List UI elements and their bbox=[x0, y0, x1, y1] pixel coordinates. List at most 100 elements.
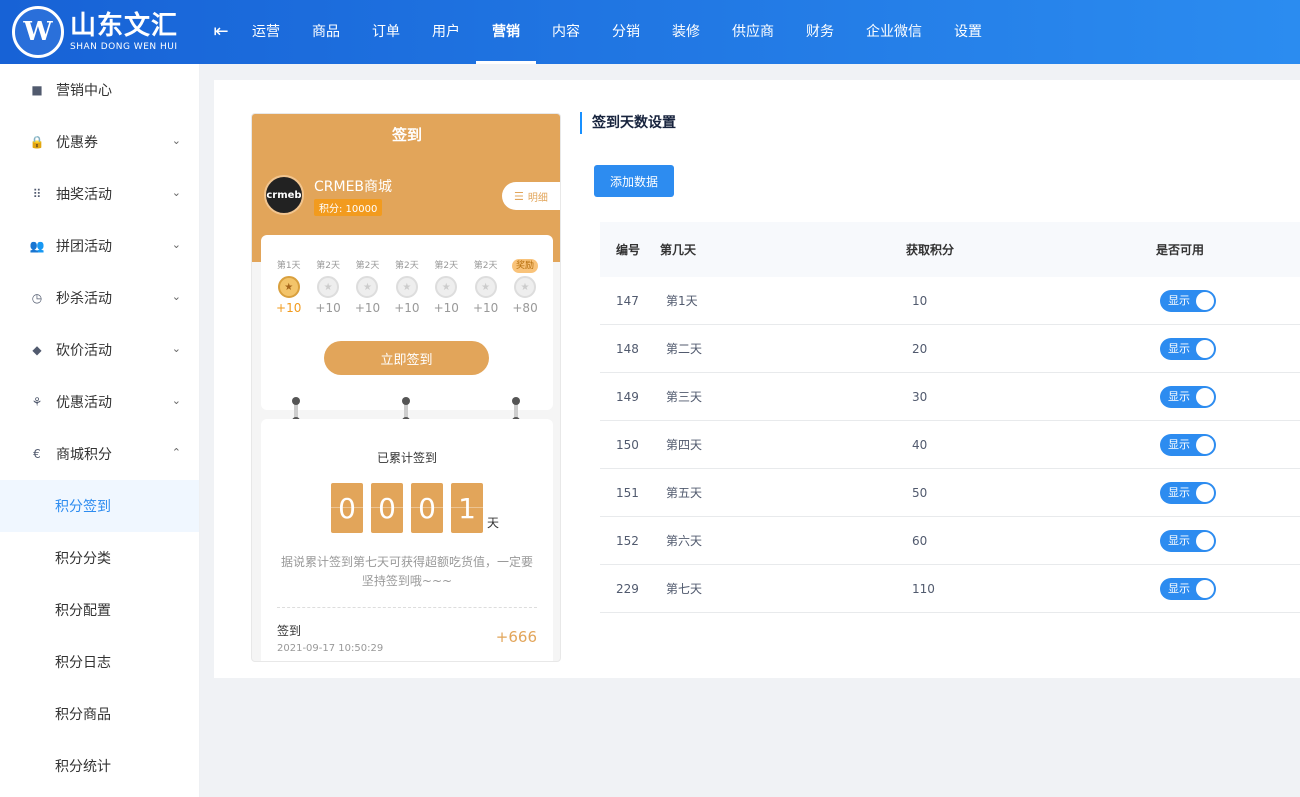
points-badge: 积分: 10000 bbox=[314, 199, 383, 216]
clock-icon: ◷ bbox=[31, 291, 43, 305]
chevron-icon: ⌄ bbox=[171, 394, 181, 407]
digit: 1 bbox=[451, 483, 483, 533]
header-day: 第几天 bbox=[660, 243, 697, 257]
nav-item[interactable]: 内容 bbox=[536, 0, 596, 64]
nav-item[interactable]: 装修 bbox=[656, 0, 716, 64]
chevron-icon: ⌄ bbox=[171, 290, 181, 303]
chevron-icon: ⌄ bbox=[171, 342, 181, 355]
toggle-label: 显示 bbox=[1168, 437, 1190, 451]
cell-id: 147 bbox=[616, 293, 639, 308]
day-label: 奖励 bbox=[512, 259, 539, 273]
day-points: +10 bbox=[354, 301, 381, 315]
cell-points: 30 bbox=[912, 389, 928, 404]
sidebar-item[interactable]: ◆ 砍价活动 ⌄ bbox=[0, 324, 199, 376]
sidebar-item-label: 优惠活动 bbox=[56, 395, 112, 411]
day-label-wrap: 第2天 bbox=[348, 257, 387, 271]
sidebar-subitem[interactable]: 积分日志 bbox=[0, 636, 199, 688]
cell-id: 151 bbox=[616, 485, 639, 500]
star-medal-icon: ★ bbox=[395, 276, 418, 298]
toggle-label: 显示 bbox=[1168, 389, 1190, 403]
cell-usable: 显示 bbox=[1156, 385, 1300, 408]
status-toggle[interactable]: 显示 bbox=[1160, 433, 1216, 456]
nav-item[interactable]: 订单 bbox=[356, 0, 416, 64]
status-toggle[interactable]: 显示 bbox=[1160, 385, 1216, 408]
digit: 0 bbox=[331, 483, 363, 533]
header-id: 编号 bbox=[616, 243, 641, 257]
day-list: 第1天 ★ +10 第2天 ★ +10 第2天 ★ +10 第2天 ★ +10 第2天 ★ +10 第2天 ★ +… bbox=[269, 257, 545, 315]
day-points: +10 bbox=[315, 301, 341, 315]
toggle-knob bbox=[1196, 339, 1214, 358]
nav-item[interactable]: 供应商 bbox=[716, 0, 790, 64]
cell-id: 149 bbox=[616, 389, 639, 404]
day-points: +10 bbox=[433, 301, 459, 315]
grid-icon: ⠿ bbox=[32, 187, 42, 201]
day-item: 第2天 ★ +10 bbox=[308, 257, 347, 315]
cell-id: 150 bbox=[616, 437, 639, 452]
sidebar-item[interactable]: 🔒 优惠券 ⌄ bbox=[0, 116, 199, 168]
sidebar-item-label: 拼团活动 bbox=[56, 239, 112, 255]
tag-icon: ◆ bbox=[32, 343, 42, 357]
status-toggle[interactable]: 显示 bbox=[1160, 577, 1216, 600]
toggle-label: 显示 bbox=[1168, 341, 1190, 355]
day-points: +80 bbox=[512, 301, 538, 315]
nav-item[interactable]: 分销 bbox=[596, 0, 656, 64]
nav-item[interactable]: 财务 bbox=[790, 0, 850, 64]
toggle-knob bbox=[1196, 483, 1214, 502]
star-medal-icon: ★ bbox=[474, 276, 497, 298]
day-label: 第2天 bbox=[355, 261, 380, 271]
sidebar-subitem[interactable]: 积分分类 bbox=[0, 532, 199, 584]
status-toggle[interactable]: 显示 bbox=[1160, 289, 1216, 312]
sidebar-item[interactable]: ⠿ 抽奖活动 ⌄ bbox=[0, 168, 199, 220]
cell-points: 50 bbox=[912, 485, 928, 500]
record-title: 签到 bbox=[277, 624, 302, 638]
table-row: 229 第七天 110 显示 bbox=[600, 565, 1300, 613]
cell-points: 40 bbox=[912, 437, 928, 452]
cell-points: 60 bbox=[912, 533, 928, 548]
total-card: 已累计签到 0 0 0 1 天 据说累计签到第七天可获得超额吃货值，一定要坚持签… bbox=[261, 419, 553, 661]
cell-day: 第三天 bbox=[666, 390, 703, 404]
star-medal-icon: ★ bbox=[356, 276, 379, 298]
menu-collapse-icon[interactable]: ⇤ bbox=[212, 21, 230, 42]
shop-name: CRMEB商城 bbox=[314, 179, 393, 195]
nav-item[interactable]: 营销 bbox=[476, 0, 536, 64]
sidebar-subitem[interactable]: 积分签到 bbox=[0, 480, 199, 532]
detail-button[interactable]: ☰ 明细 bbox=[502, 182, 560, 210]
record-time: 2021-09-17 10:50:29 bbox=[277, 643, 384, 654]
status-toggle[interactable]: 显示 bbox=[1160, 529, 1216, 552]
nav-item[interactable]: 运营 bbox=[236, 0, 296, 64]
cell-usable: 显示 bbox=[1156, 433, 1300, 456]
list-icon: ☰ bbox=[514, 189, 524, 203]
day-label: 第2天 bbox=[395, 261, 419, 271]
sidebar-item[interactable]: ⚘ 优惠活动 ⌄ bbox=[0, 376, 199, 428]
lock-icon: 🔒 bbox=[29, 135, 45, 149]
add-data-button[interactable]: 添加数据 bbox=[594, 165, 674, 197]
nav-item[interactable]: 企业微信 bbox=[850, 0, 938, 64]
cell-day: 第七天 bbox=[666, 582, 703, 596]
status-toggle[interactable]: 显示 bbox=[1160, 481, 1216, 504]
digit-counter: 0 0 0 1 天 bbox=[331, 483, 499, 533]
sidebar-subitem[interactable]: 积分统计 bbox=[0, 740, 199, 792]
sidebar-subitem[interactable]: 积分配置 bbox=[0, 584, 199, 636]
sidebar-item[interactable]: € 商城积分 ⌃ bbox=[0, 428, 199, 480]
sign-card: 第1天 ★ +10 第2天 ★ +10 第2天 ★ +10 第2天 ★ +10 第2天 ★ +10 第2天 ★ +… bbox=[261, 235, 553, 410]
table-header: 编号 第几天 获取积分 是否可用 bbox=[600, 222, 1300, 277]
nav-item[interactable]: 设置 bbox=[938, 0, 998, 64]
table-row: 150 第四天 40 显示 bbox=[600, 421, 1300, 469]
cell-usable: 显示 bbox=[1156, 337, 1300, 360]
cell-points: 20 bbox=[912, 341, 928, 356]
nav-item[interactable]: 商品 bbox=[296, 0, 356, 64]
sidebar-item[interactable]: ◷ 秒杀活动 ⌄ bbox=[0, 272, 199, 324]
nav-item[interactable]: 用户 bbox=[416, 0, 476, 64]
status-toggle[interactable]: 显示 bbox=[1160, 337, 1216, 360]
toggle-knob bbox=[1196, 435, 1214, 454]
sidebar-item[interactable]: ■ 营销中心 bbox=[0, 64, 199, 116]
sidebar-item[interactable]: 👥 拼团活动 ⌄ bbox=[0, 220, 199, 272]
logo-mark-icon: W bbox=[12, 6, 64, 58]
cell-id: 152 bbox=[616, 533, 639, 548]
digit: 0 bbox=[371, 483, 403, 533]
sidebar-item-label: 营销中心 bbox=[56, 83, 112, 99]
toggle-knob bbox=[1196, 531, 1214, 550]
sidebar-subitem[interactable]: 积分商品 bbox=[0, 688, 199, 740]
brand-logo[interactable]: W 山东文汇 SHAN DONG WEN HUI bbox=[12, 6, 192, 58]
sign-now-button[interactable]: 立即签到 bbox=[324, 341, 489, 375]
